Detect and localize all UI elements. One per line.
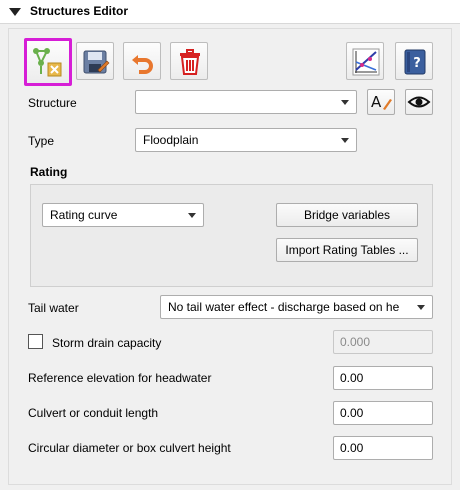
svg-text:A: A: [371, 93, 382, 111]
reference-elevation-label: Reference elevation for headwater: [28, 371, 212, 385]
help-book-icon: ?: [404, 49, 426, 75]
bridge-variables-button[interactable]: Bridge variables: [276, 203, 418, 227]
chevron-down-icon: [188, 213, 196, 218]
rename-text-icon: A: [371, 93, 392, 111]
reference-elevation-input[interactable]: 0.00: [333, 366, 433, 390]
type-select[interactable]: Floodplain: [135, 128, 357, 152]
trash-icon: [180, 49, 200, 75]
view-structure-button[interactable]: [405, 89, 433, 115]
structure-label: Structure: [28, 96, 77, 110]
profile-chart-icon: [352, 48, 380, 76]
structure-select[interactable]: [135, 90, 357, 114]
help-button[interactable]: ?: [395, 42, 433, 80]
collapse-arrow-icon[interactable]: [9, 8, 21, 16]
culvert-length-input[interactable]: 0.00: [333, 401, 433, 425]
storm-drain-input[interactable]: 0.000: [333, 330, 433, 354]
storm-drain-label: Storm drain capacity: [52, 336, 162, 350]
undo-icon: [132, 55, 153, 74]
save-button[interactable]: [76, 42, 114, 80]
tail-water-value: No tail water effect - discharge based o…: [168, 300, 400, 314]
type-select-value: Floodplain: [143, 133, 199, 147]
type-label: Type: [28, 134, 55, 148]
undo-button[interactable]: [123, 42, 161, 80]
rating-group: [30, 184, 433, 287]
rename-structure-button[interactable]: A: [367, 89, 395, 115]
rating-group-title: Rating: [30, 165, 68, 179]
panel-title: Structures Editor: [30, 4, 129, 18]
add-structure-icon: [33, 48, 62, 77]
chevron-down-icon: [417, 305, 425, 310]
culvert-length-label: Culvert or conduit length: [28, 406, 159, 420]
circular-diameter-label: Circular diameter or box culvert height: [28, 441, 231, 455]
chevron-down-icon: [341, 138, 349, 143]
tail-water-select[interactable]: No tail water effect - discharge based o…: [160, 295, 433, 319]
delete-button[interactable]: [170, 42, 208, 80]
profile-button[interactable]: [346, 42, 384, 80]
import-rating-tables-button[interactable]: Import Rating Tables ...: [276, 238, 418, 262]
svg-text:?: ?: [413, 56, 421, 71]
storm-drain-checkbox[interactable]: [28, 334, 43, 349]
tail-water-label: Tail water: [28, 301, 79, 315]
save-icon: [83, 50, 110, 74]
rating-method-select[interactable]: Rating curve: [42, 203, 204, 227]
chevron-down-icon: [341, 100, 349, 105]
circular-diameter-input[interactable]: 0.00: [333, 436, 433, 460]
panel-header[interactable]: Structures Editor: [0, 0, 460, 24]
eye-icon: [407, 96, 431, 108]
rating-method-value: Rating curve: [50, 208, 118, 222]
add-structure-button[interactable]: [24, 38, 72, 86]
